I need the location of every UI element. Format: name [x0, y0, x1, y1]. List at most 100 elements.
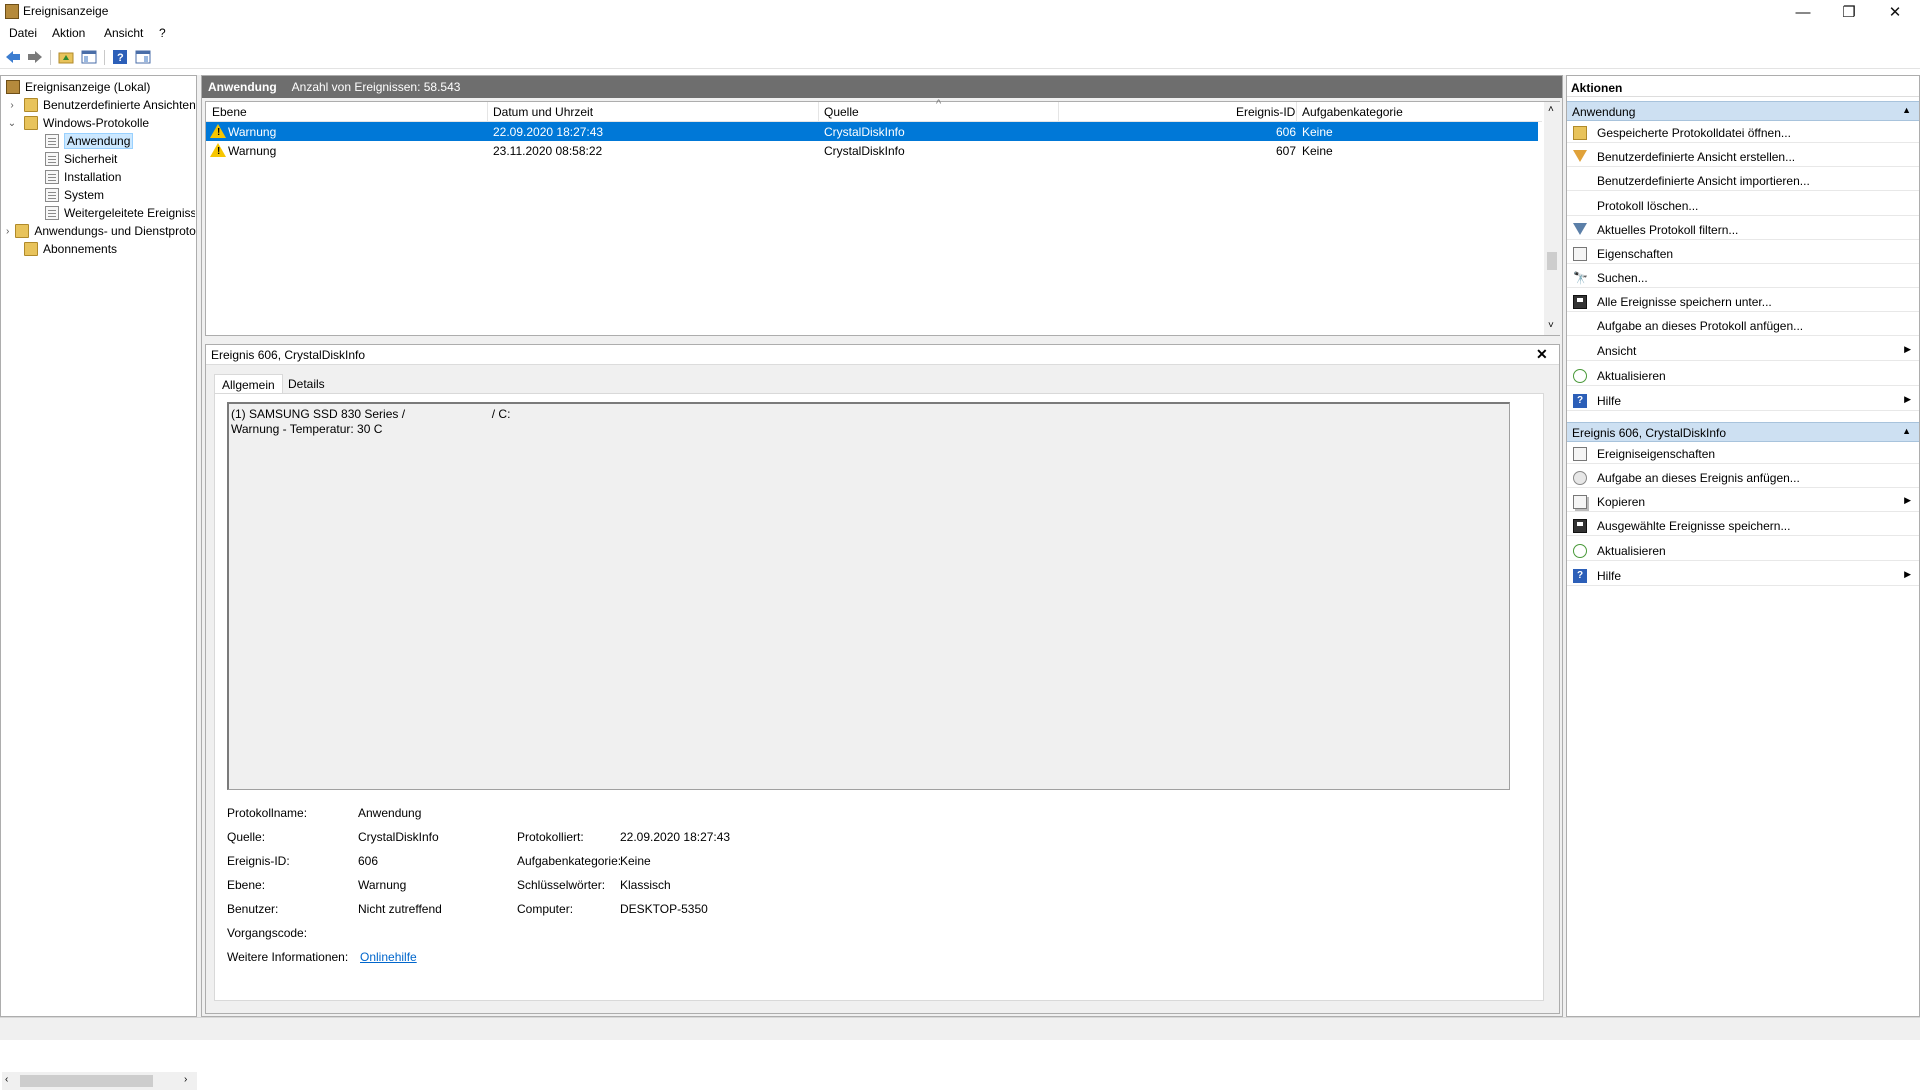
menu-help[interactable]: ? [159, 26, 166, 40]
value-protokollname[interactable]: Anwendung [358, 806, 421, 820]
submenu-arrow-icon: ▶ [1904, 394, 1911, 404]
value-ereignis-id[interactable]: 606 [358, 854, 378, 868]
value-aufgabenkategorie[interactable]: Keine [620, 854, 651, 868]
toolbar: ? [0, 45, 1920, 69]
action-filter-log[interactable]: Aktuelles Protokoll filtern... [1567, 220, 1919, 240]
collapse-icon[interactable]: ▲ [1902, 105, 1911, 115]
value-quelle[interactable]: CrystalDiskInfo [358, 830, 439, 844]
action-view[interactable]: Ansicht ▶ [1567, 341, 1919, 361]
svg-text:?: ? [117, 52, 124, 64]
detail-title: Ereignis 606, CrystalDiskInfo [211, 347, 366, 362]
scroll-right-icon[interactable]: › [184, 1074, 187, 1085]
column-ereignis-id[interactable]: Ereignis-ID [1236, 105, 1295, 119]
tree-item-app-service-logs[interactable]: › Anwendungs- und Dienstprotokolle [6, 222, 196, 240]
action-import-custom-view[interactable]: Benutzerdefinierte Ansicht importieren..… [1567, 171, 1919, 191]
submenu-arrow-icon: ▶ [1904, 569, 1911, 579]
event-detail-pane: Ereignis 606, CrystalDiskInfo ✕ Allgemei… [205, 344, 1560, 1014]
label-quelle: Quelle: [227, 830, 266, 844]
title-bar: Ereignisanzeige — ❐ ✕ [0, 0, 1920, 24]
value-computer[interactable]: DESKTOP-5350 [620, 902, 708, 916]
menu-aktion[interactable]: Aktion [52, 26, 85, 40]
tree-item-forwarded-events[interactable]: Weitergeleitete Ereignisse [45, 204, 195, 222]
table-row[interactable]: ! Warnung 23.11.2020 08:58:22 CrystalDis… [206, 141, 1538, 160]
tree-item-windows-logs[interactable]: ⌄ Windows-Protokolle [6, 114, 149, 132]
action-save-selected-events[interactable]: Ausgewählte Ereignisse speichern... [1567, 516, 1919, 536]
collapse-icon[interactable]: ⌄ [6, 118, 18, 129]
value-schluesselwoerter[interactable]: Klassisch [620, 878, 671, 892]
action-refresh-event[interactable]: Aktualisieren [1567, 541, 1919, 561]
event-description[interactable]: (1) SAMSUNG SSD 830 Series / / C: Warnun… [227, 402, 1510, 790]
tree-item-root[interactable]: Ereignisanzeige (Lokal) [6, 78, 150, 96]
action-open-saved-log[interactable]: Gespeicherte Protokolldatei öffnen... [1567, 123, 1919, 143]
action-attach-task-to-event[interactable]: Aufgabe an dieses Ereignis anfügen... [1567, 468, 1919, 488]
close-button[interactable]: ✕ [1872, 0, 1918, 24]
column-divider[interactable] [818, 102, 819, 122]
tree-item-subscriptions[interactable]: Abonnements [6, 240, 117, 258]
event-list-header: Anwendung Anzahl von Ereignissen: 58.543 [202, 76, 1562, 98]
scrollbar-thumb[interactable] [1547, 252, 1557, 270]
label-protokollname: Protokollname: [227, 806, 308, 820]
column-datum[interactable]: Datum und Uhrzeit [493, 105, 593, 119]
attach-task-icon [1573, 471, 1587, 485]
event-properties-icon [1573, 447, 1587, 461]
tree-item-sicherheit[interactable]: Sicherheit [45, 150, 117, 168]
action-find[interactable]: 🔭 Suchen... [1567, 268, 1919, 288]
tree-item-anwendung[interactable]: Anwendung [45, 132, 134, 150]
tab-allgemein[interactable]: Allgemein [214, 374, 283, 394]
action-help-event[interactable]: ? Hilfe ▶ [1567, 566, 1919, 586]
scroll-left-icon[interactable]: ‹ [5, 1074, 8, 1085]
back-icon[interactable] [4, 49, 22, 65]
column-aufgabenkategorie[interactable]: Aufgabenkategorie [1302, 105, 1403, 119]
column-divider[interactable] [487, 102, 488, 122]
value-ebene[interactable]: Warnung [358, 878, 406, 892]
warning-icon: ! [210, 124, 226, 138]
show-hide-console-tree-icon[interactable] [80, 49, 98, 65]
action-copy[interactable]: Kopieren ▶ [1567, 492, 1919, 512]
online-help-link[interactable]: Onlinehilfe [360, 950, 417, 964]
tab-details[interactable]: Details [281, 374, 332, 394]
action-create-custom-view[interactable]: Benutzerdefinierte Ansicht erstellen... [1567, 147, 1919, 167]
section-anwendung[interactable]: Anwendung ▲ [1567, 101, 1919, 121]
label-protokolliert: Protokolliert: [517, 830, 584, 844]
tree-item-custom-views[interactable]: › Benutzerdefinierte Ansichten [6, 96, 196, 114]
restore-button[interactable]: ❐ [1826, 0, 1872, 24]
status-bar [0, 1017, 1920, 1040]
action-properties[interactable]: Eigenschaften [1567, 244, 1919, 264]
section-event[interactable]: Ereignis 606, CrystalDiskInfo ▲ [1567, 422, 1919, 442]
value-protokolliert[interactable]: 22.09.2020 18:27:43 [620, 830, 730, 844]
help-icon[interactable]: ? [111, 49, 129, 65]
table-row[interactable]: ! Warnung 22.09.2020 18:27:43 CrystalDis… [206, 122, 1538, 141]
expand-icon[interactable]: › [6, 100, 18, 111]
column-ebene[interactable]: Ebene [212, 105, 247, 119]
menu-ansicht[interactable]: Ansicht [104, 26, 143, 40]
close-icon[interactable]: ✕ [1536, 346, 1548, 363]
column-divider[interactable] [1058, 102, 1059, 122]
action-help[interactable]: ? Hilfe ▶ [1567, 391, 1919, 411]
action-clear-log[interactable]: Protokoll löschen... [1567, 196, 1919, 216]
expand-icon[interactable]: › [6, 226, 9, 237]
action-event-properties[interactable]: Ereigniseigenschaften [1567, 444, 1919, 464]
tree-item-system[interactable]: System [45, 186, 104, 204]
event-viewer-app-icon [5, 4, 19, 19]
up-folder-icon[interactable] [57, 49, 75, 65]
event-list-vertical-scrollbar[interactable]: ˄ ˅ [1544, 102, 1560, 335]
minimize-button[interactable]: — [1780, 0, 1826, 24]
action-refresh[interactable]: Aktualisieren [1567, 366, 1919, 386]
action-attach-task-to-log[interactable]: Aufgabe an dieses Protokoll anfügen... [1567, 316, 1919, 336]
console-tree: Ereignisanzeige (Lokal) › Benutzerdefini… [0, 75, 197, 1090]
column-divider[interactable] [1296, 102, 1297, 122]
tree-item-installation[interactable]: Installation [45, 168, 121, 186]
scroll-up-icon[interactable]: ˄ [1548, 104, 1554, 115]
forward-icon[interactable] [26, 49, 44, 65]
filter-icon [1573, 223, 1587, 235]
value-benutzer[interactable]: Nicht zutreffend [358, 902, 442, 916]
collapse-icon[interactable]: ▲ [1902, 426, 1911, 436]
menu-datei[interactable]: Datei [9, 26, 37, 40]
action-save-all-events[interactable]: Alle Ereignisse speichern unter... [1567, 292, 1919, 312]
log-icon [45, 188, 59, 202]
tree-horizontal-scrollbar[interactable]: ‹ › [2, 1072, 197, 1090]
scroll-down-icon[interactable]: ˅ [1548, 320, 1554, 331]
column-quelle[interactable]: Quelle [824, 105, 859, 119]
show-hide-action-pane-icon[interactable] [134, 49, 152, 65]
scrollbar-thumb[interactable] [20, 1075, 153, 1087]
